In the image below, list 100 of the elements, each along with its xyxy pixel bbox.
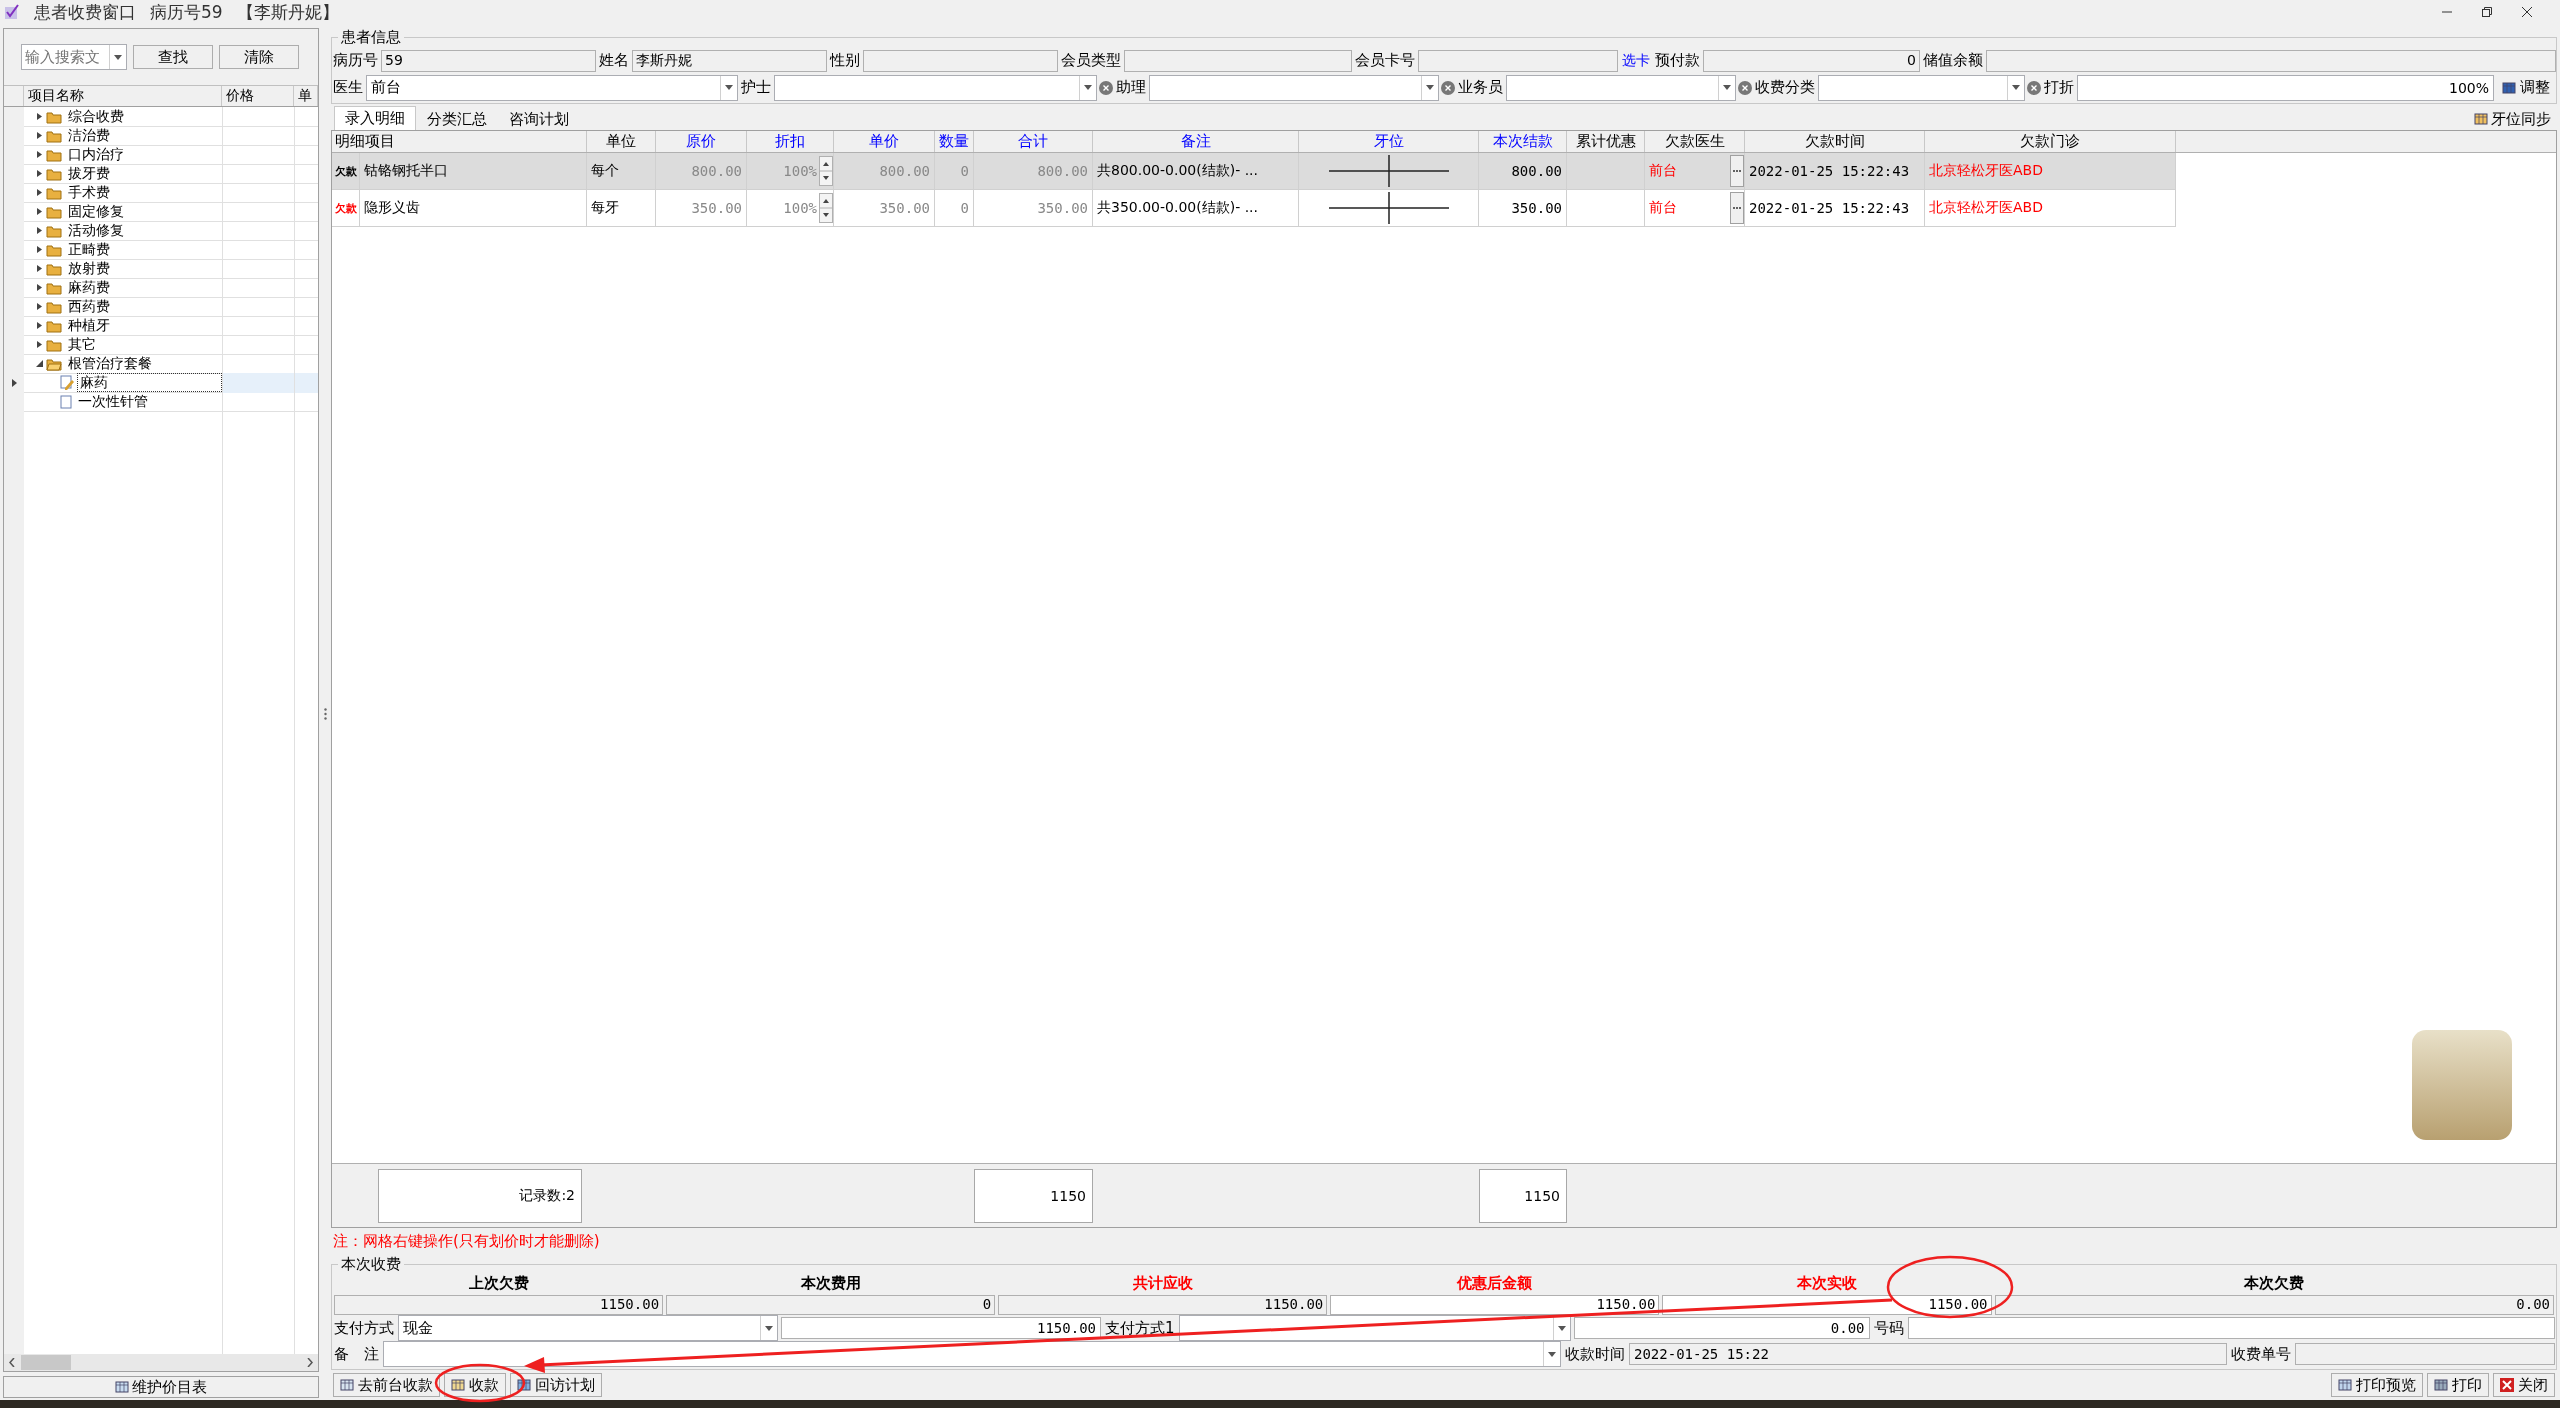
expand-arrow-icon[interactable]: [36, 113, 43, 120]
text-field[interactable]: 李斯丹妮: [632, 49, 827, 72]
expand-arrow-icon[interactable]: [36, 227, 43, 234]
table-row[interactable]: 欠款 隐形义齿 每牙 350.00 100% 350.00 0 350.00 共350.00-0.00(结款)- ... 350.00 前台 2022-01-25 15:22:43 北京轻松牙医ABD: [332, 190, 2176, 227]
tree-item[interactable]: 拔牙费: [65, 164, 222, 183]
maintain-price-list-button[interactable]: 维护价目表: [3, 1376, 319, 1398]
table-cell: 100%: [783, 200, 817, 216]
horizontal-scrollbar[interactable]: [4, 1354, 318, 1371]
clear-icon[interactable]: [1738, 80, 1752, 95]
tree-item[interactable]: 一次性针管: [75, 392, 222, 411]
tree-item[interactable]: 麻药: [77, 373, 222, 392]
action-button[interactable]: 收款: [444, 1373, 506, 1397]
sync-tooth-button[interactable]: 牙位同步: [2468, 108, 2557, 130]
spin-arrows-icon[interactable]: [819, 193, 833, 223]
restore-icon[interactable]: [2482, 7, 2492, 17]
tree-item[interactable]: 活动修复: [65, 221, 222, 240]
amount-field[interactable]: 0.00: [1994, 1295, 2554, 1315]
summary-label: 优惠后金额: [1455, 1274, 1534, 1293]
remark-dropdown[interactable]: [383, 1341, 1561, 1367]
dropdown-field[interactable]: [1818, 74, 2025, 101]
action-button[interactable]: 去前台收款: [333, 1373, 440, 1397]
expand-arrow-icon[interactable]: [36, 341, 43, 348]
folder-icon: [46, 147, 62, 162]
column-header: 欠款门诊: [2020, 132, 2080, 151]
clear-icon[interactable]: [2027, 80, 2041, 95]
tooth-position-cross[interactable]: [1328, 192, 1449, 224]
tree-item[interactable]: 其它: [65, 335, 222, 354]
discount-spinner[interactable]: 100%: [2077, 74, 2494, 101]
tree-item[interactable]: 种植牙: [65, 316, 222, 335]
tree-item[interactable]: 综合收费: [65, 107, 222, 126]
action-button[interactable]: 关闭: [2493, 1373, 2555, 1397]
time-field[interactable]: 2022-01-25 15:22: [1629, 1343, 2227, 1365]
expand-arrow-icon[interactable]: [36, 151, 43, 158]
search-button[interactable]: 查找: [133, 45, 213, 69]
expand-arrow-icon[interactable]: [36, 265, 43, 272]
field-label: 支付方式: [333, 1318, 395, 1338]
number-field[interactable]: [1907, 1317, 2555, 1339]
tree-item[interactable]: 口内治疗: [65, 145, 222, 164]
amount-field[interactable]: 1150.00: [998, 1295, 1328, 1315]
expand-arrow-icon[interactable]: [36, 246, 43, 253]
table-row[interactable]: 欠款 钴铬钢托半口 每个 800.00 100% 800.00 0 800.00 共800.00-0.00(结款)- ... 800.00 前台 2022-01-25 15:22:43 北京轻松牙医ABD: [332, 153, 2176, 190]
select-card-link[interactable]: 选卡: [1620, 51, 1652, 70]
scroll-left-icon[interactable]: [9, 1358, 15, 1367]
scroll-right-icon[interactable]: [307, 1358, 313, 1367]
expand-arrow-icon[interactable]: [36, 170, 43, 177]
action-button[interactable]: 打印预览: [2331, 1373, 2423, 1397]
amount-field[interactable]: 1150.00: [781, 1317, 1101, 1339]
tree-item[interactable]: 手术费: [65, 183, 222, 202]
summary-label: 本次实收: [1795, 1274, 1858, 1293]
splitter-grip-icon[interactable]: [323, 708, 327, 720]
tree-item[interactable]: 洁治费: [65, 126, 222, 145]
amount-field[interactable]: 0.00: [1573, 1317, 1870, 1339]
tree-item[interactable]: 固定修复: [65, 202, 222, 221]
expand-arrow-icon[interactable]: [36, 322, 43, 329]
tree-item[interactable]: 西药费: [65, 297, 222, 316]
search-field[interactable]: 输入搜索文: [21, 44, 127, 70]
clear-icon[interactable]: [1099, 80, 1113, 95]
dropdown-field[interactable]: [1149, 74, 1439, 101]
amount-field[interactable]: 1150.00: [1330, 1295, 1660, 1315]
amount-field[interactable]: 1150.00: [334, 1295, 664, 1315]
scroll-thumb[interactable]: [21, 1355, 71, 1370]
column-header: 单价: [869, 132, 899, 151]
text-field[interactable]: [1418, 49, 1618, 72]
clear-icon[interactable]: [1441, 80, 1455, 95]
expand-arrow-icon[interactable]: [36, 189, 43, 196]
search-button[interactable]: 清除: [219, 45, 299, 69]
tree-item[interactable]: 麻药费: [65, 278, 222, 297]
tab[interactable]: 咨询计划: [498, 108, 580, 130]
dropdown-field[interactable]: [1506, 74, 1736, 101]
expand-arrow-icon[interactable]: [36, 284, 43, 291]
collapse-arrow-icon[interactable]: [36, 360, 43, 367]
tree-item[interactable]: 放射费: [65, 259, 222, 278]
receipt-number-field[interactable]: [2295, 1343, 2555, 1365]
tab[interactable]: 录入明细: [334, 106, 416, 130]
text-field[interactable]: [1986, 49, 2556, 72]
text-field[interactable]: [863, 49, 1058, 72]
text-field[interactable]: 59: [381, 49, 596, 72]
tree-item[interactable]: 正畸费: [65, 240, 222, 259]
caret-icon: [1548, 1351, 1556, 1357]
text-field[interactable]: 0: [1703, 49, 1920, 72]
close-icon[interactable]: [2522, 7, 2532, 17]
expand-arrow-icon[interactable]: [36, 208, 43, 215]
tab[interactable]: 分类汇总: [416, 108, 498, 130]
dropdown-field[interactable]: 前台: [366, 74, 738, 101]
expand-arrow-icon[interactable]: [36, 132, 43, 139]
tree-item[interactable]: 根管治疗套餐: [65, 354, 222, 373]
adjust-button[interactable]: 调整: [2496, 75, 2556, 100]
payment-method-dropdown[interactable]: 现金: [398, 1315, 778, 1341]
field-label: 支付方式1: [1104, 1318, 1176, 1338]
action-button[interactable]: 回访计划: [510, 1373, 602, 1397]
action-button[interactable]: 打印: [2427, 1373, 2489, 1397]
amount-field[interactable]: 0: [666, 1295, 996, 1315]
record-count: 记录数:2: [378, 1168, 582, 1223]
tooth-position-cross[interactable]: [1328, 155, 1449, 187]
spin-arrows-icon[interactable]: [819, 156, 833, 186]
text-field[interactable]: [1124, 49, 1352, 72]
more-button[interactable]: [1730, 155, 1744, 187]
more-button[interactable]: [1730, 192, 1744, 224]
expand-arrow-icon[interactable]: [36, 303, 43, 310]
dropdown-field[interactable]: [774, 74, 1097, 101]
